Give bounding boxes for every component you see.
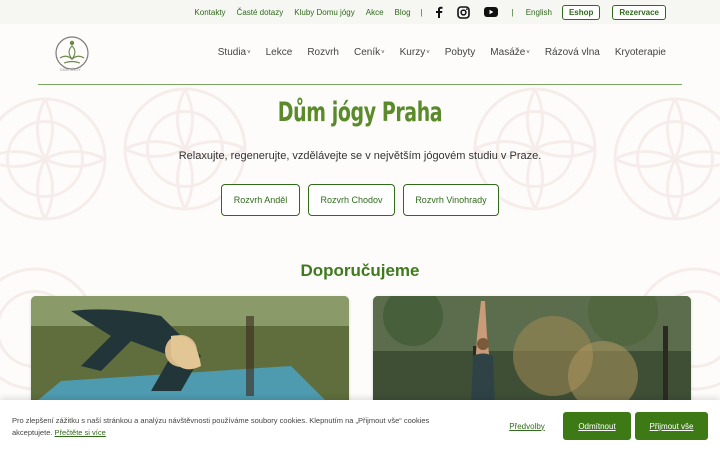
top-links: Kontakty Časté dotazy Kluby Domu jógy Ak… <box>194 8 410 17</box>
yoga-logo-icon <box>55 36 89 70</box>
nav-masaze[interactable]: Masáže˅ <box>490 47 530 58</box>
logo-text: DŮM JÓGY <box>60 68 81 72</box>
schedule-vinohrady-button[interactable]: Rozvrh Vinohrady <box>403 184 499 216</box>
cookie-text: Pro zlepšení zážitku s naší stránkou a a… <box>12 416 430 437</box>
top-link-clubs[interactable]: Kluby Domu jógy <box>294 8 354 17</box>
chevron-down-icon: ˅ <box>247 50 251 56</box>
top-bar: Kontakty Časté dotazy Kluby Domu jógy Ak… <box>0 0 720 24</box>
nav-rozvrh[interactable]: Rozvrh <box>307 47 339 58</box>
schedule-chodov-button[interactable]: Rozvrh Chodov <box>308 184 395 216</box>
card-image-yoga-park <box>373 296 691 406</box>
social-links <box>435 5 498 19</box>
chevron-down-icon: ˅ <box>381 50 385 56</box>
chevron-down-icon: ˅ <box>426 50 430 56</box>
main-header: DŮM JÓGY Studia˅ Lekce Rozvrh Ceník˅ Kur… <box>38 24 682 85</box>
youtube-icon[interactable] <box>483 7 498 17</box>
cookie-accept-button[interactable]: Přijmout vše <box>635 412 708 440</box>
nav-pobyty[interactable]: Pobyty <box>445 47 476 58</box>
top-link-blog[interactable]: Blog <box>395 8 411 17</box>
hero-subtitle: Relaxujte, regenerujte, vzdělávejte se v… <box>178 150 542 162</box>
nav-cenik[interactable]: Ceník˅ <box>354 47 385 58</box>
top-link-faq[interactable]: Časté dotazy <box>237 8 284 17</box>
schedule-buttons: Rozvrh Anděl Rozvrh Chodov Rozvrh Vinohr… <box>0 184 720 216</box>
facebook-icon[interactable] <box>435 6 443 18</box>
chevron-down-icon: ˅ <box>526 50 530 56</box>
recommend-heading: Doporučujeme <box>300 261 420 280</box>
cookie-read-more-link[interactable]: Přečtěte si více <box>55 428 106 437</box>
reservation-button[interactable]: Rezervace <box>612 4 666 20</box>
top-separator-2: | <box>511 7 514 17</box>
cookie-reject-button[interactable]: Odmítnout <box>563 412 631 440</box>
top-separator: | <box>420 7 423 17</box>
nav-kurzy[interactable]: Kurzy˅ <box>400 47 430 58</box>
main-nav: Studia˅ Lekce Rozvrh Ceník˅ Kurzy˅ Pobyt… <box>218 47 666 58</box>
instagram-icon[interactable] <box>456 5 470 19</box>
recommend-card-2[interactable] <box>373 296 691 406</box>
nav-razova-vlna[interactable]: Rázová vlna <box>545 47 600 58</box>
eshop-button[interactable]: Eshop <box>561 4 601 20</box>
card-image-yoga-downdog <box>31 296 349 406</box>
nav-studia[interactable]: Studia˅ <box>218 47 251 58</box>
cookie-preferences-button[interactable]: Předvolby <box>500 412 554 440</box>
recommend-card-1[interactable] <box>31 296 349 406</box>
language-switch[interactable]: English <box>526 8 552 17</box>
top-link-events[interactable]: Akce <box>366 8 384 17</box>
page-title: Dům jógy Praha <box>277 97 443 128</box>
nav-lekce[interactable]: Lekce <box>266 47 293 58</box>
nav-kryoterapie[interactable]: Kryoterapie <box>615 47 666 58</box>
schedule-andel-button[interactable]: Rozvrh Anděl <box>221 184 300 216</box>
cookie-consent-bar: Pro zlepšení zážitku s naší stránkou a a… <box>0 400 720 450</box>
top-link-kontakty[interactable]: Kontakty <box>194 8 225 17</box>
